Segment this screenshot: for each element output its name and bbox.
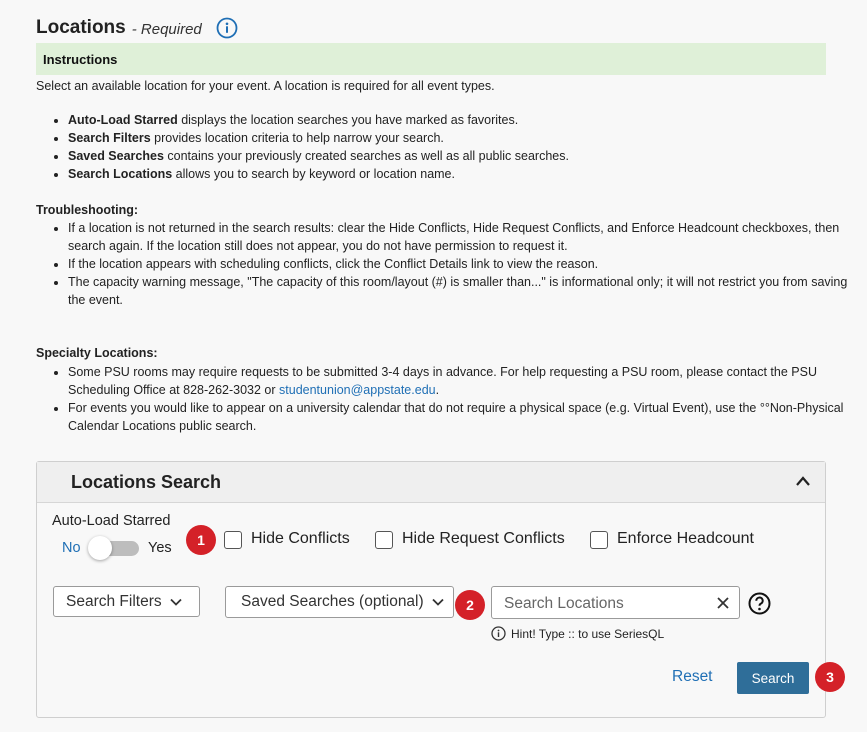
item-bold: Saved Searches [68, 149, 164, 163]
item-text: displays the location searches you have … [177, 113, 519, 127]
step-badge-2: 2 [455, 590, 485, 620]
step-badge-1: 1 [186, 525, 216, 555]
instructions-heading: Instructions [36, 43, 826, 75]
instructions-list: Auto-Load Starred displays the location … [36, 111, 858, 183]
locations-header: Locations - Required [36, 14, 238, 42]
search-filters-button[interactable]: Search Filters [53, 586, 200, 617]
troubleshooting-heading: Troubleshooting: [36, 203, 139, 217]
item-text: provides location criteria to help narro… [150, 131, 444, 145]
chevron-down-icon [169, 598, 182, 606]
enforce-headcount-label[interactable]: Enforce Headcount [617, 530, 754, 548]
item-bold: Search Locations [68, 167, 173, 181]
hide-request-conflicts-label[interactable]: Hide Request Conflicts [402, 530, 565, 548]
page-title: Locations [36, 17, 126, 38]
troubleshooting-list: If a location is not returned in the sea… [36, 219, 867, 309]
item-text: Some PSU rooms may require requests to b… [68, 365, 817, 397]
item-text: contains your previously created searche… [163, 149, 569, 163]
list-item: Some PSU rooms may require requests to b… [68, 363, 867, 399]
enforce-headcount-checkbox[interactable] [590, 531, 608, 549]
list-item: Auto-Load Starred displays the location … [68, 111, 858, 129]
list-item: The capacity warning message, "The capac… [68, 273, 867, 309]
list-item: If the location appears with scheduling … [68, 255, 867, 273]
info-icon[interactable] [216, 17, 238, 39]
search-button[interactable]: Search [737, 662, 809, 694]
list-item: If a location is not returned in the sea… [68, 219, 867, 255]
item-bold: Auto-Load Starred [68, 113, 178, 127]
search-filters-label: Search Filters [66, 592, 162, 610]
panel-header[interactable]: Locations Search [37, 462, 825, 503]
toggle-knob[interactable] [88, 536, 112, 560]
list-item: For events you would like to appear on a… [68, 399, 867, 435]
seriesql-hint: Hint! Type :: to use SeriesQL [491, 626, 664, 641]
instructions-intro: Select an available location for your ev… [36, 79, 495, 93]
help-icon[interactable] [748, 592, 771, 615]
specialty-list: Some PSU rooms may require requests to b… [36, 363, 867, 435]
item-text: allows you to search by keyword or locat… [172, 167, 455, 181]
hide-conflicts-label[interactable]: Hide Conflicts [251, 530, 350, 548]
chevron-up-icon[interactable] [795, 474, 811, 488]
hide-request-conflicts-checkbox[interactable] [375, 531, 393, 549]
chevron-down-icon [432, 598, 444, 606]
hint-text: Hint! Type :: to use SeriesQL [511, 626, 665, 641]
item-text: . [435, 383, 440, 397]
required-label: - Required [131, 21, 202, 38]
saved-searches-label: Saved Searches (optional) [241, 593, 424, 610]
panel-title: Locations Search [71, 472, 222, 492]
info-icon [491, 626, 506, 641]
list-item: Saved Searches contains your previously … [68, 147, 858, 165]
email-link[interactable]: studentunion@appstate.edu [279, 383, 436, 397]
saved-searches-select[interactable]: Saved Searches (optional) [225, 586, 454, 618]
autoload-starred-label: Auto-Load Starred [52, 513, 171, 529]
specialty-heading: Specialty Locations: [36, 346, 158, 360]
reset-button[interactable]: Reset [672, 668, 713, 686]
hide-conflicts-checkbox[interactable] [224, 531, 242, 549]
list-item: Search Filters provides location criteri… [68, 129, 858, 147]
list-item: Search Locations allows you to search by… [68, 165, 858, 183]
search-input[interactable] [502, 591, 706, 616]
clear-icon[interactable] [717, 597, 729, 609]
toggle-yes-label: Yes [148, 540, 172, 556]
step-badge-3: 3 [815, 662, 845, 692]
search-locations-box[interactable] [491, 586, 740, 619]
item-bold: Search Filters [68, 131, 151, 145]
toggle-no-label: No [62, 540, 81, 556]
